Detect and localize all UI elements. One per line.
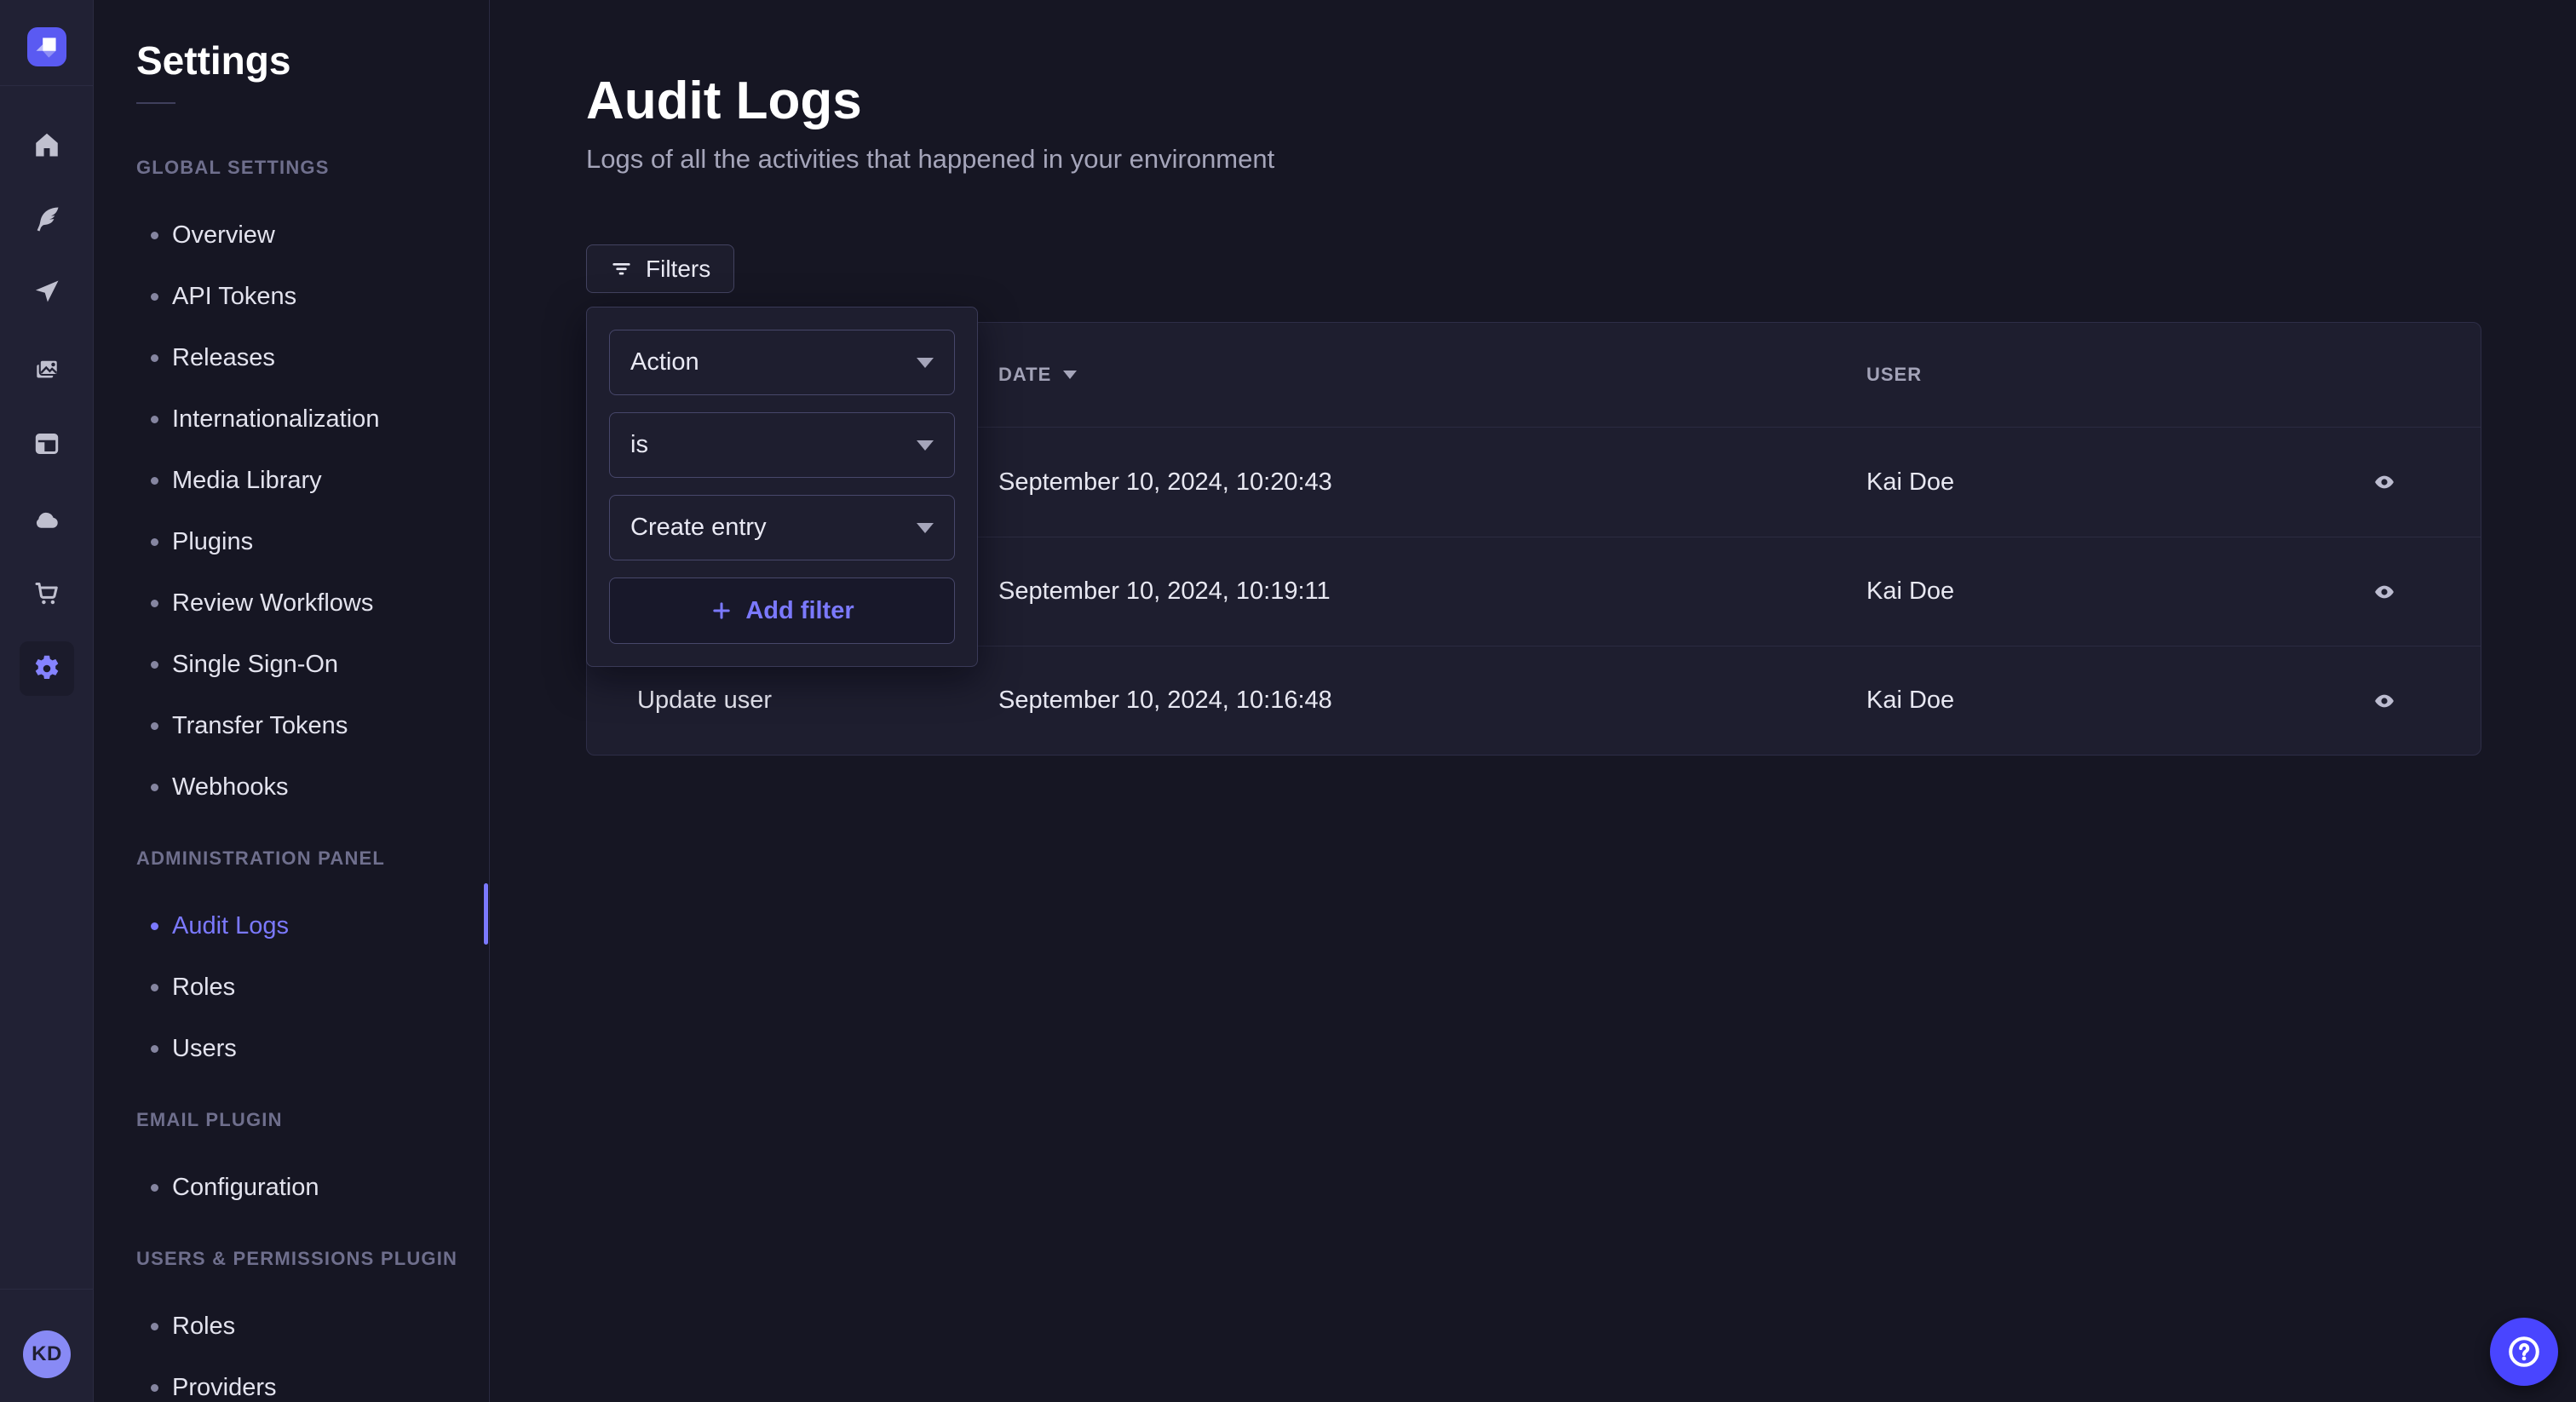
page-title: Audit Logs (586, 75, 2481, 128)
subnav-item-plugins[interactable]: Plugins (94, 511, 489, 572)
date-cell: September 10, 2024, 10:19:11 (998, 577, 1866, 606)
strapi-logo[interactable] (27, 27, 66, 66)
settings-gear-icon[interactable] (20, 641, 74, 696)
filter-field-select[interactable]: Action (609, 330, 955, 395)
settings-subnav: Settings GLOBAL SETTINGS Overview API To… (94, 0, 490, 1402)
eye-icon (2370, 581, 2399, 603)
bullet-icon (151, 984, 158, 991)
filter-field-value: Action (630, 348, 699, 376)
subnav-item-overview[interactable]: Overview (94, 204, 489, 266)
eye-icon (2370, 471, 2399, 493)
bullet-icon (151, 416, 158, 423)
subnav-item-media-library[interactable]: Media Library (94, 450, 489, 511)
section-email-plugin: EMAIL PLUGIN (136, 1109, 489, 1131)
subnav-item-single-sign-on[interactable]: Single Sign-On (94, 634, 489, 695)
add-filter-button[interactable]: Add filter (609, 577, 955, 644)
view-details-button[interactable] (2366, 467, 2403, 497)
chevron-down-icon (917, 523, 934, 533)
sort-desc-icon (1063, 371, 1077, 379)
bullet-icon (151, 293, 158, 301)
date-cell: September 10, 2024, 10:20:43 (998, 468, 1866, 497)
filter-icon (610, 257, 633, 280)
chevron-down-icon (917, 440, 934, 451)
bullet-icon (151, 600, 158, 607)
action-cell: Update user (637, 687, 998, 715)
bullet-icon (151, 232, 158, 239)
bullet-icon (151, 661, 158, 669)
section-users-permissions-plugin: USERS & PERMISSIONS PLUGIN (136, 1248, 489, 1270)
date-cell: September 10, 2024, 10:16:48 (998, 687, 1866, 715)
plus-icon (710, 599, 733, 623)
administration-panel-list: Audit Logs Roles Users (94, 895, 489, 1079)
rail-bottom-divider (0, 1289, 93, 1290)
bullet-icon (151, 477, 158, 485)
filter-popover: Action is Create entry Add filter (586, 307, 978, 667)
active-item-indicator (484, 883, 488, 945)
user-column-header: USER (1866, 364, 2333, 386)
user-cell: Kai Doe (1866, 468, 2333, 497)
page-subtitle: Logs of all the activities that happened… (586, 146, 2481, 172)
filter-value-value: Create entry (630, 514, 767, 542)
subnav-item-up-roles[interactable]: Roles (94, 1296, 489, 1357)
view-details-button[interactable] (2366, 686, 2403, 716)
subnav-item-configuration[interactable]: Configuration (94, 1157, 489, 1218)
filters-button[interactable]: Filters (586, 244, 734, 293)
bullet-icon (151, 538, 158, 546)
user-cell: Kai Doe (1866, 687, 2333, 715)
bullet-icon (151, 1045, 158, 1053)
subnav-item-internationalization[interactable]: Internationalization (94, 388, 489, 450)
subnav-item-releases[interactable]: Releases (94, 327, 489, 388)
bullet-icon (151, 784, 158, 791)
filter-operator-select[interactable]: is (609, 412, 955, 478)
subnav-item-roles[interactable]: Roles (94, 957, 489, 1018)
view-details-button[interactable] (2366, 577, 2403, 607)
subnav-item-api-tokens[interactable]: API Tokens (94, 266, 489, 327)
media-library-icon[interactable] (32, 354, 62, 385)
main-nav-rail: KD (0, 0, 94, 1402)
bullet-icon (151, 922, 158, 930)
bullet-icon (151, 1323, 158, 1330)
date-column-header[interactable]: DATE (998, 364, 1866, 386)
send-icon[interactable] (32, 277, 62, 307)
avatar-initials: KD (32, 1342, 62, 1366)
section-administration-panel: ADMINISTRATION PANEL (136, 848, 489, 870)
user-avatar[interactable]: KD (23, 1330, 71, 1378)
cart-icon[interactable] (32, 577, 62, 608)
filter-operator-value: is (630, 431, 648, 459)
question-mark-icon (2505, 1333, 2543, 1370)
bullet-icon (151, 354, 158, 362)
filters-button-label: Filters (646, 256, 710, 283)
filters-row: Filters (586, 244, 2481, 293)
bullet-icon (151, 1384, 158, 1392)
subnav-item-webhooks[interactable]: Webhooks (94, 756, 489, 818)
subnav-item-audit-logs[interactable]: Audit Logs (94, 895, 489, 957)
email-plugin-list: Configuration (94, 1157, 489, 1218)
help-button[interactable] (2490, 1318, 2558, 1386)
subnav-title: Settings (94, 0, 489, 83)
global-settings-list: Overview API Tokens Releases Internation… (94, 204, 489, 818)
subnav-item-providers[interactable]: Providers (94, 1357, 489, 1402)
user-cell: Kai Doe (1866, 577, 2333, 606)
subnav-item-users[interactable]: Users (94, 1018, 489, 1079)
rail-divider (0, 85, 93, 86)
main-content: Audit Logs Logs of all the activities th… (490, 0, 2576, 1402)
layout-icon[interactable] (32, 428, 62, 459)
add-filter-label: Add filter (745, 597, 854, 625)
subnav-item-review-workflows[interactable]: Review Workflows (94, 572, 489, 634)
cloud-icon[interactable] (32, 504, 62, 535)
subnav-title-divider (136, 102, 175, 104)
strapi-logo-icon (27, 27, 66, 66)
feather-icon[interactable] (32, 204, 62, 234)
section-global-settings: GLOBAL SETTINGS (136, 157, 489, 179)
chevron-down-icon (917, 358, 934, 368)
bullet-icon (151, 722, 158, 730)
users-permissions-list: Roles Providers (94, 1296, 489, 1402)
eye-icon (2370, 690, 2399, 712)
filter-value-select[interactable]: Create entry (609, 495, 955, 560)
bullet-icon (151, 1184, 158, 1192)
home-icon[interactable] (32, 129, 62, 160)
subnav-item-transfer-tokens[interactable]: Transfer Tokens (94, 695, 489, 756)
